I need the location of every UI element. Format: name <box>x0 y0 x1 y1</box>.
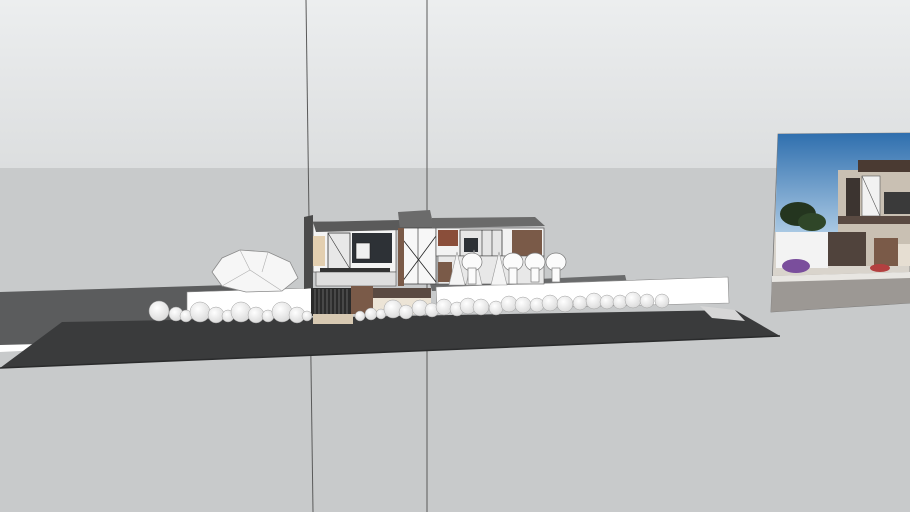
scene-canvas[interactable] <box>0 0 910 512</box>
reference-photo[interactable] <box>770 132 910 313</box>
sky <box>0 0 910 168</box>
3d-viewport[interactable] <box>0 0 910 512</box>
